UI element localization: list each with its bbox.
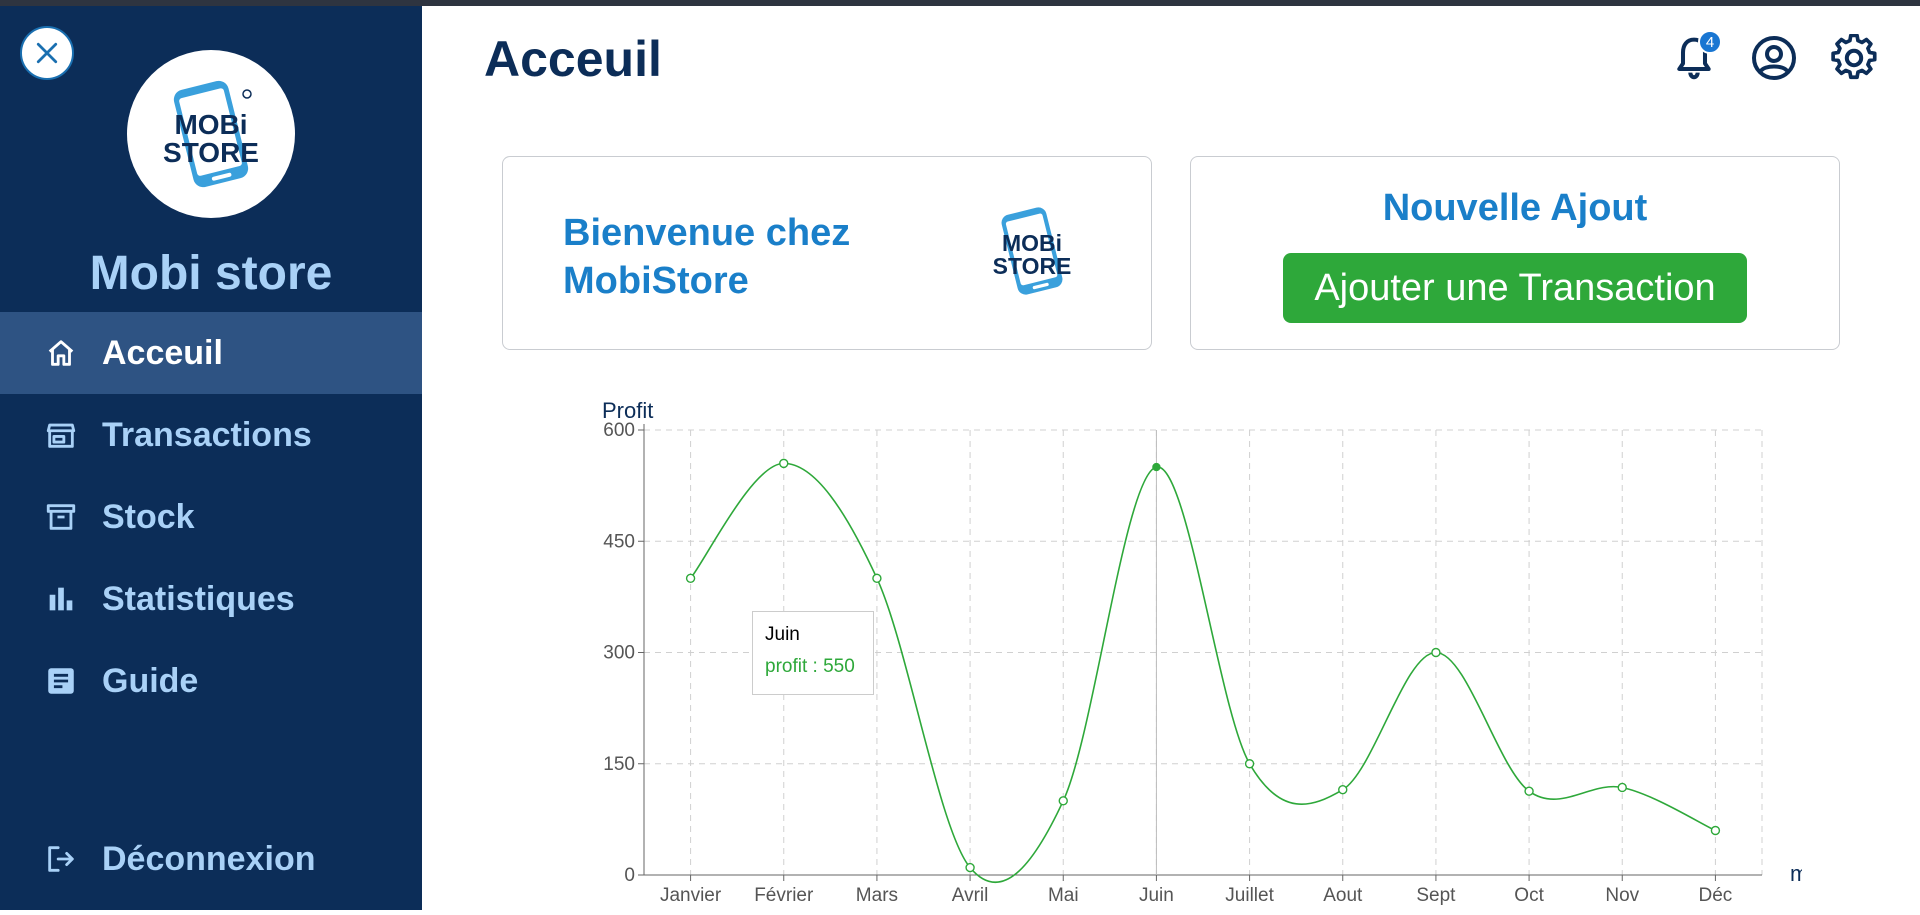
sidebar-item-stock[interactable]: Stock	[0, 476, 422, 558]
archive-icon	[42, 498, 80, 536]
svg-text:STORE: STORE	[163, 137, 259, 168]
sidebar-nav: Acceuil Transactions Stock Statistiques …	[0, 312, 422, 722]
bar-chart-icon	[42, 580, 80, 618]
brand-logo: MOBi STORE	[127, 50, 295, 218]
data-point	[1431, 647, 1441, 658]
close-sidebar-button[interactable]	[20, 26, 74, 80]
svg-text:MOBi: MOBi	[1002, 230, 1062, 256]
sidebar-item-transactions[interactable]: Transactions	[0, 394, 422, 476]
header-actions: 4	[1668, 30, 1880, 84]
data-point	[1524, 786, 1534, 796]
tooltip-value: profit : 550	[765, 656, 855, 677]
brand-name: Mobi store	[89, 247, 333, 300]
article-icon	[42, 662, 80, 700]
y-tick-label: 600	[603, 420, 635, 441]
account-circle-icon	[1752, 36, 1796, 80]
sidebar-item-acceuil[interactable]: Acceuil	[0, 312, 422, 394]
add-transaction-button[interactable]: Ajouter une Transaction	[1283, 253, 1747, 323]
tooltip-label: Juin	[765, 624, 800, 645]
svg-text:STORE: STORE	[993, 253, 1072, 279]
x-tick-label: Janvier	[660, 885, 722, 906]
logout-icon	[42, 840, 80, 878]
home-icon	[42, 334, 80, 372]
welcome-message: Bienvenue chez MobiStore	[563, 212, 851, 302]
notification-badge: 4	[1698, 30, 1722, 54]
main-content: Acceuil 4 Bienvenue chez MobiStore MOBi …	[422, 6, 1920, 910]
data-point	[1152, 462, 1161, 472]
x-tick-label: Mai	[1048, 885, 1079, 906]
data-point	[1244, 759, 1255, 769]
new-transaction-title: Nouvelle Ajout	[1382, 187, 1648, 229]
data-point	[872, 573, 882, 584]
sidebar-item-label: Guide	[102, 661, 199, 700]
sidebar-item-label: Transactions	[102, 415, 312, 454]
x-tick-label: Juillet	[1225, 885, 1274, 906]
x-tick-label: Oct	[1514, 885, 1544, 906]
y-tick-label: 450	[603, 531, 635, 552]
x-tick-label: Nov	[1605, 885, 1639, 906]
y-axis-title: Profit	[602, 398, 653, 423]
data-point	[1338, 785, 1348, 795]
sidebar: MOBi STORE Mobi store Acceuil Transactio…	[0, 6, 422, 910]
store-icon	[42, 416, 80, 454]
data-point	[1617, 782, 1627, 793]
x-axis-title: mois	[1790, 861, 1802, 886]
y-tick-label: 150	[603, 754, 635, 775]
chart-tooltip: Juin profit : 550	[752, 611, 874, 695]
data-point	[779, 458, 789, 469]
x-tick-label: Mars	[856, 885, 898, 906]
notifications-button[interactable]: 4	[1668, 30, 1722, 84]
close-icon	[36, 42, 58, 64]
account-button[interactable]	[1748, 32, 1800, 84]
logout-button[interactable]: Déconnexion	[0, 818, 422, 900]
sidebar-item-label: Stock	[102, 497, 195, 536]
page-title: Acceuil	[484, 31, 662, 87]
y-tick-label: 300	[603, 643, 635, 664]
welcome-card: Bienvenue chez MobiStore MOBi STORE	[502, 156, 1152, 350]
sidebar-item-label: Acceuil	[102, 333, 223, 372]
sidebar-item-statistiques[interactable]: Statistiques	[0, 558, 422, 640]
x-tick-label: Déc	[1699, 885, 1733, 906]
gear-icon	[1831, 34, 1877, 80]
welcome-logo: MOBi STORE	[991, 201, 1073, 306]
x-tick-label: Juin	[1139, 885, 1174, 906]
sidebar-item-guide[interactable]: Guide	[0, 640, 422, 722]
new-transaction-card: Nouvelle Ajout Ajouter une Transaction	[1190, 156, 1840, 350]
sidebar-item-label: Statistiques	[102, 579, 295, 618]
data-point	[965, 862, 975, 873]
logout-section: Déconnexion	[0, 818, 422, 900]
y-tick-label: 0	[624, 865, 635, 886]
x-tick-label: Sept	[1416, 885, 1456, 906]
data-point	[1058, 796, 1068, 806]
logout-label: Déconnexion	[102, 839, 316, 878]
data-point	[685, 573, 696, 584]
settings-button[interactable]	[1828, 32, 1880, 84]
x-tick-label: Aout	[1323, 885, 1363, 906]
svg-text:MOBi: MOBi	[174, 109, 247, 140]
data-point	[1710, 825, 1721, 836]
x-tick-label: Février	[754, 885, 814, 906]
x-tick-label: Avril	[952, 885, 989, 906]
